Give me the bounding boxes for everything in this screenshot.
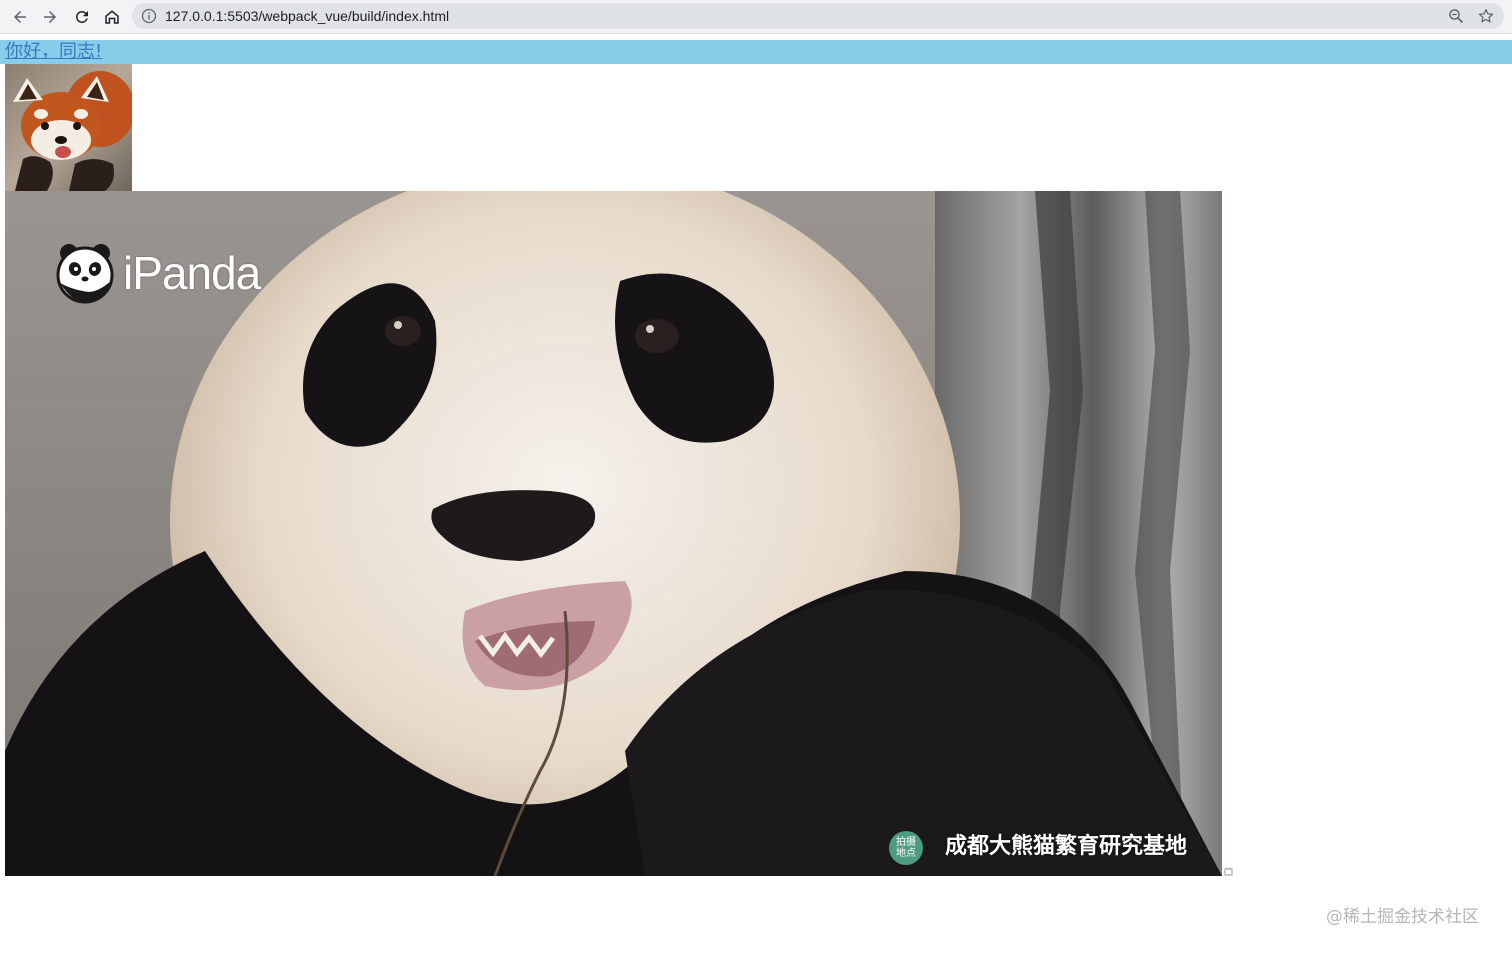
greeting-bar: 你好，同志!: [0, 40, 1512, 64]
arrow-right-icon: [44, 11, 56, 23]
panda-head-icon: [56, 244, 114, 304]
info-circle-icon[interactable]: [141, 8, 157, 24]
home-button[interactable]: [100, 5, 124, 29]
reload-button[interactable]: [70, 5, 94, 29]
greeting-link[interactable]: 你好，同志!: [5, 41, 102, 63]
location-caption: 成都大熊猫繁育研究基地: [945, 834, 1188, 859]
home-icon: [105, 10, 119, 24]
browser-toolbar: 127.0.0.1:5503/webpack_vue/build/index.h…: [0, 0, 1512, 34]
ipanda-logo-text: iPanda: [123, 247, 261, 299]
red-panda-image: [5, 64, 132, 191]
arrow-left-icon: [14, 11, 26, 23]
reload-icon: [76, 10, 88, 23]
watermark-text: @稀土掘金技术社区: [1326, 907, 1479, 927]
location-badge: 拍摄 地点: [889, 831, 923, 865]
address-bar[interactable]: 127.0.0.1:5503/webpack_vue/build/index.h…: [132, 3, 1504, 29]
location-badge-line2: 地点: [896, 848, 916, 859]
forward-button[interactable]: [38, 5, 62, 29]
giant-panda-image: iPanda 拍摄 地点 成都大熊猫繁育研究基地: [5, 191, 1222, 876]
magnifier-minus-icon[interactable]: [1448, 8, 1464, 24]
resize-handle-icon[interactable]: [1224, 867, 1233, 876]
red-panda-illustration: [5, 64, 132, 191]
location-badge-line1: 拍摄: [896, 837, 916, 848]
url-text[interactable]: 127.0.0.1:5503/webpack_vue/build/index.h…: [165, 8, 449, 24]
star-icon[interactable]: [1477, 7, 1495, 25]
back-button[interactable]: [8, 5, 32, 29]
